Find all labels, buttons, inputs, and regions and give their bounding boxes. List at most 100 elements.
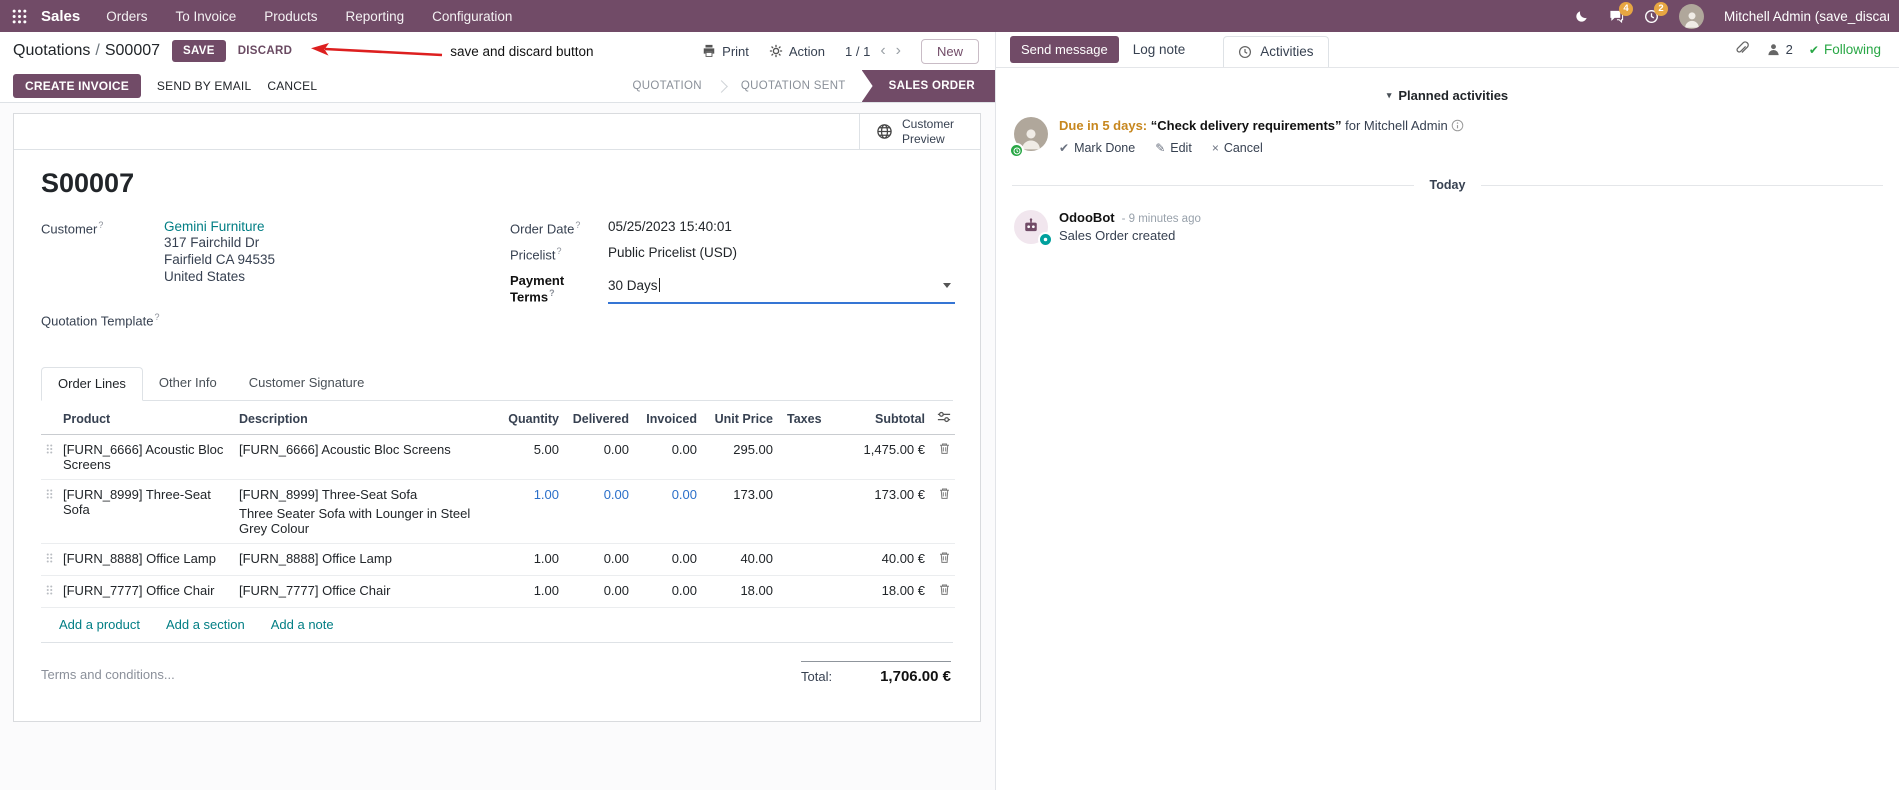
col-invoiced[interactable]: Invoiced xyxy=(633,401,701,436)
activities-clock-icon[interactable]: 2 xyxy=(1644,1,1668,24)
cancel-activity-button[interactable]: × Cancel xyxy=(1212,141,1263,155)
cell-product[interactable]: [FURN_8888] Office Lamp xyxy=(59,543,235,577)
menu-orders[interactable]: Orders xyxy=(106,9,147,24)
pricelist-field[interactable]: Public Pricelist (USD) xyxy=(608,245,737,262)
apps-grid-icon[interactable] xyxy=(8,7,31,26)
user-name[interactable]: Mitchell Admin (save_discar xyxy=(1724,9,1889,24)
add-a-note-link[interactable]: Add a note xyxy=(271,617,334,632)
customer-link[interactable]: Gemini Furniture xyxy=(164,219,275,234)
col-delivered[interactable]: Delivered xyxy=(563,401,633,436)
cell-delivered[interactable]: 0.00 xyxy=(563,543,633,577)
cell-invoiced[interactable]: 0.00 xyxy=(633,434,701,481)
activities-tab[interactable]: Activities xyxy=(1223,36,1329,67)
breadcrumb-quotations[interactable]: Quotations xyxy=(13,42,90,60)
col-taxes[interactable]: Taxes xyxy=(777,401,843,436)
drag-handle-icon[interactable] xyxy=(45,487,54,504)
planned-activities-toggle[interactable]: ▾ Planned activities xyxy=(1012,88,1883,103)
menu-products[interactable]: Products xyxy=(264,9,317,24)
user-avatar[interactable] xyxy=(1679,3,1704,29)
pager-next-icon[interactable]: › xyxy=(896,43,901,59)
cell-product[interactable]: [FURN_8999] Three-Seat Sofa xyxy=(59,479,235,545)
cell-invoiced[interactable]: 0.00 xyxy=(633,479,701,545)
dropdown-caret-icon[interactable] xyxy=(943,283,951,289)
cell-invoiced[interactable]: 0.00 xyxy=(633,575,701,609)
messages-icon[interactable]: 4 xyxy=(1609,1,1633,24)
add-a-product-link[interactable]: Add a product xyxy=(59,617,140,632)
col-description[interactable]: Description xyxy=(235,401,501,436)
cell-quantity[interactable]: 1.00 xyxy=(501,479,563,545)
cell-delivered[interactable]: 0.00 xyxy=(563,434,633,481)
cell-unit-price[interactable]: 40.00 xyxy=(701,543,777,577)
new-button[interactable]: New xyxy=(920,38,979,64)
tab-other-info[interactable]: Other Info xyxy=(143,367,233,400)
cell-taxes[interactable] xyxy=(777,434,843,481)
tab-order-lines[interactable]: Order Lines xyxy=(41,367,143,402)
delete-line-icon[interactable] xyxy=(938,583,951,599)
cell-description[interactable]: [FURN_7777] Office Chair xyxy=(235,575,501,609)
help-marker: ? xyxy=(549,287,555,298)
app-name[interactable]: Sales xyxy=(41,8,80,25)
action-button[interactable]: Action xyxy=(769,44,825,59)
cell-delivered[interactable]: 0.00 xyxy=(563,575,633,609)
stage-sales-order-active[interactable]: SALES ORDER xyxy=(861,70,995,102)
order-date-field[interactable]: 05/25/2023 15:40:01 xyxy=(608,219,732,236)
add-a-section-link[interactable]: Add a section xyxy=(166,617,245,632)
message-author[interactable]: OdooBot xyxy=(1059,210,1115,225)
delete-line-icon[interactable] xyxy=(938,487,951,503)
stage-quotation-sent[interactable]: QUOTATION SENT xyxy=(725,70,862,102)
delete-line-icon[interactable] xyxy=(938,551,951,567)
mark-done-button[interactable]: ✔ Mark Done xyxy=(1059,141,1135,155)
pager-previous-icon[interactable]: ‹ xyxy=(880,43,885,59)
cell-description[interactable]: [FURN_8888] Office Lamp xyxy=(235,543,501,577)
col-subtotal[interactable]: Subtotal xyxy=(843,401,929,436)
cell-description[interactable]: [FURN_8999] Three-Seat Sofa Three Seater … xyxy=(235,479,501,545)
send-by-email-button[interactable]: SEND BY EMAIL xyxy=(157,79,251,93)
cell-unit-price[interactable]: 18.00 xyxy=(701,575,777,609)
total-label: Total: xyxy=(801,669,833,685)
discard-button[interactable]: DISCARD xyxy=(238,45,293,57)
edit-activity-button[interactable]: ✎ Edit xyxy=(1155,141,1192,155)
cancel-button[interactable]: CANCEL xyxy=(267,79,317,93)
cell-quantity[interactable]: 5.00 xyxy=(501,434,563,481)
payment-terms-input[interactable]: 30 Days xyxy=(608,272,955,304)
cell-invoiced[interactable]: 0.00 xyxy=(633,543,701,577)
col-quantity[interactable]: Quantity xyxy=(501,401,563,436)
customer-preview-button[interactable]: Customer Preview xyxy=(859,114,980,149)
cell-taxes[interactable] xyxy=(777,575,843,609)
drag-handle-icon[interactable] xyxy=(45,583,54,600)
cell-unit-price[interactable]: 173.00 xyxy=(701,479,777,545)
menu-to-invoice[interactable]: To Invoice xyxy=(175,9,236,24)
drag-handle-icon[interactable] xyxy=(45,551,54,568)
order-line-row: [FURN_8999] Three-Seat Sofa [FURN_8999] … xyxy=(41,479,955,545)
menu-configuration[interactable]: Configuration xyxy=(432,9,512,24)
tab-customer-signature[interactable]: Customer Signature xyxy=(233,367,381,400)
save-button[interactable]: SAVE xyxy=(172,40,226,62)
send-message-button[interactable]: Send message xyxy=(1010,36,1119,63)
col-unit-price[interactable]: Unit Price xyxy=(701,401,777,436)
optional-columns-icon[interactable] xyxy=(937,410,951,424)
log-note-button[interactable]: Log note xyxy=(1133,42,1186,57)
cell-taxes[interactable] xyxy=(777,543,843,577)
cell-unit-price[interactable]: 295.00 xyxy=(701,434,777,481)
delete-line-icon[interactable] xyxy=(938,442,951,458)
followers-button[interactable]: 2 xyxy=(1766,42,1793,57)
col-product[interactable]: Product xyxy=(59,401,235,436)
cell-quantity[interactable]: 1.00 xyxy=(501,543,563,577)
cell-taxes[interactable] xyxy=(777,479,843,545)
print-button[interactable]: Print xyxy=(702,44,749,59)
terms-and-conditions-placeholder[interactable]: Terms and conditions... xyxy=(41,667,175,685)
drag-handle-icon[interactable] xyxy=(45,442,54,459)
cell-quantity[interactable]: 1.00 xyxy=(501,575,563,609)
menu-reporting[interactable]: Reporting xyxy=(346,9,405,24)
following-button[interactable]: ✔ Following xyxy=(1809,42,1881,57)
dark-mode-moon-icon[interactable] xyxy=(1575,9,1589,23)
create-invoice-button[interactable]: CREATE INVOICE xyxy=(13,74,141,98)
cell-product[interactable]: [FURN_7777] Office Chair xyxy=(59,575,235,609)
cell-product[interactable]: [FURN_6666] Acoustic Bloc Screens xyxy=(59,434,235,481)
info-icon[interactable] xyxy=(1451,119,1464,132)
stage-quotation[interactable]: QUOTATION xyxy=(617,70,718,102)
cell-delivered[interactable]: 0.00 xyxy=(563,479,633,545)
attachments-paperclip-icon[interactable] xyxy=(1734,40,1750,59)
customer-label: Customer? xyxy=(41,220,104,237)
cell-description[interactable]: [FURN_6666] Acoustic Bloc Screens xyxy=(235,434,501,481)
